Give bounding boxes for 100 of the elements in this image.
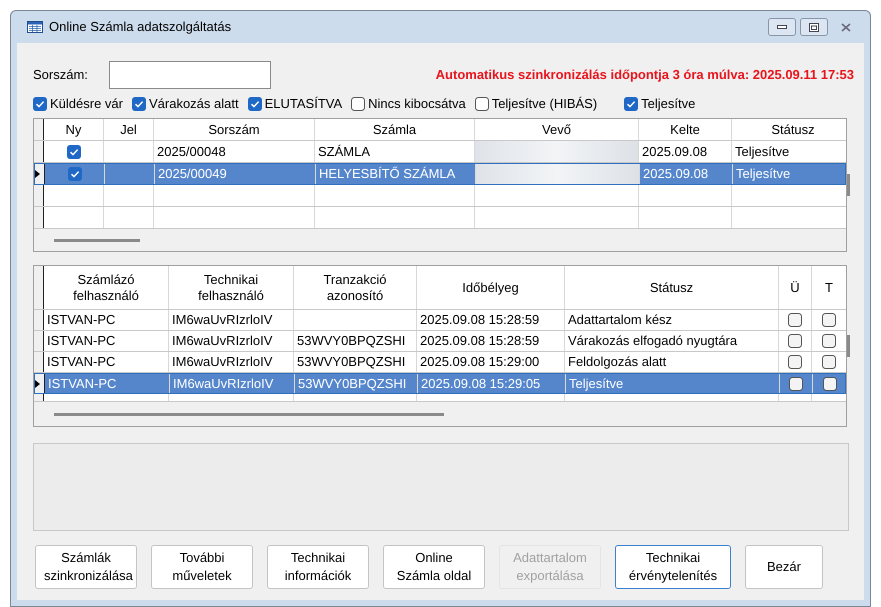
checkbox[interactable] (66, 144, 80, 158)
checkbox[interactable] (474, 97, 489, 111)
row-header[interactable] (35, 164, 45, 184)
table-cell: ISTVAN-PC (44, 310, 169, 330)
vertical-scrollbar[interactable] (847, 335, 850, 357)
checkbox[interactable] (788, 355, 802, 369)
table-cell: Várakozás elfogadó nyugtára (565, 331, 779, 351)
checkbox[interactable] (351, 97, 366, 111)
maximize-icon (809, 22, 819, 32)
checkbox-label: Nincs kibocsátva (368, 95, 466, 114)
action-button[interactable]: Technikai információk (267, 545, 369, 589)
table-cell: IM6waUvRIzrloIV (169, 331, 294, 351)
action-button[interactable]: Technikai érvénytelenítés (615, 545, 731, 589)
checkbox[interactable] (822, 313, 836, 327)
column-header[interactable]: Tranzakció azonosító (294, 266, 417, 309)
filter-checkbox[interactable]: Küldésre vár (33, 94, 123, 114)
table-cell: Teljesítve (566, 374, 780, 393)
action-button[interactable]: Számlák szinkronizálása (35, 545, 137, 589)
column-header[interactable]: Státusz (565, 266, 779, 309)
table-cell: 53WVY0BPQZSHI (294, 331, 417, 351)
checkbox[interactable] (788, 313, 802, 327)
checkbox[interactable] (822, 355, 836, 369)
checkbox[interactable] (822, 334, 836, 348)
app-window-icon (27, 21, 43, 33)
checkbox[interactable] (132, 97, 146, 111)
column-header[interactable]: Sorszám (154, 119, 315, 140)
row-header[interactable] (35, 374, 45, 393)
column-header[interactable]: Státusz (732, 119, 846, 140)
table-cell: ISTVAN-PC (45, 374, 170, 393)
column-header[interactable]: Időbélyeg (417, 266, 565, 309)
action-button[interactable]: Bezár (745, 545, 823, 589)
table-row[interactable]: ISTVAN-PC IM6waUvRIzrloIV 53WVY0BPQZSHI 2025.09.08 15:29:00 Feldolgozás alatt (34, 352, 846, 373)
table-cell: 2025.09.08 15:28:59 (417, 331, 565, 351)
vertical-scrollbar[interactable] (847, 174, 850, 196)
horizontal-scrollbar[interactable] (54, 412, 444, 416)
table-cell: ISTVAN-PC (44, 331, 169, 351)
row-header[interactable] (34, 394, 44, 401)
filter-checkbox[interactable]: Teljesítve (HIBÁS) (474, 94, 598, 114)
table-row[interactable]: ISTVAN-PC IM6waUvRIzrloIV 53WVY0BPQZSHI 2025.09.08 15:28:59 Várakozás elfogadó nyugtára (34, 331, 846, 352)
filter-checkbox[interactable]: Várakozás alatt (132, 94, 239, 114)
column-header[interactable]: Ü (779, 266, 812, 309)
action-button[interactable]: További műveletek (151, 545, 253, 589)
checkbox-label: Teljesítve (HIBÁS) (492, 95, 598, 114)
maximize-button[interactable] (800, 18, 828, 36)
table-row[interactable]: ISTVAN-PC IM6waUvRIzrloIV 2025.09.08 15:28:59 Adattartalom kész (34, 310, 846, 331)
sync-notice: Automatikus szinkronizálás időpontja 3 óra múlva: 2025.09.11 17:53 (436, 66, 854, 84)
row-header[interactable] (34, 207, 44, 228)
table-cell: 2025.09.08 15:29:05 (418, 374, 566, 393)
checkbox[interactable] (823, 376, 837, 390)
column-header[interactable]: Számlázó felhasználó (44, 266, 169, 309)
column-header[interactable]: Kelte (639, 119, 732, 140)
table-cell: 53WVY0BPQZSHI (294, 352, 417, 372)
checkbox[interactable] (33, 97, 47, 111)
table-cell: IM6waUvRIzrloIV (169, 352, 294, 372)
table-row[interactable]: ISTVAN-PC IM6waUvRIzrloIV 53WVY0BPQZSHI 2025.09.08 15:29:05 Teljesítve (34, 373, 846, 394)
row-pointer-icon (35, 170, 40, 178)
checkbox-label: Teljesítve (641, 95, 696, 114)
table-cell: Adattartalom kész (565, 310, 779, 330)
table-row[interactable]: 2025/00049 HELYESBÍTŐ SZÁMLA 2025.09.08 Teljesítve (34, 163, 846, 185)
filter-checkbox[interactable]: Teljesítve (624, 94, 696, 114)
row-header[interactable] (34, 185, 44, 206)
column-header[interactable]: Vevő (475, 119, 639, 140)
table-cell: 2025.09.08 15:29:00 (417, 352, 565, 372)
row-header[interactable] (34, 141, 44, 162)
checkbox[interactable] (248, 97, 262, 111)
table-cell: IM6waUvRIzrloIV (169, 310, 294, 330)
action-button[interactable]: Online Számla oldal (383, 545, 485, 589)
horizontal-scrollbar[interactable] (54, 238, 140, 242)
column-header[interactable]: Ny (44, 119, 104, 140)
table-cell: 2025.09.08 (640, 164, 733, 184)
checkbox[interactable] (624, 97, 638, 111)
filter-checkbox[interactable]: ELUTASÍTVA (248, 94, 342, 114)
row-header[interactable] (34, 331, 44, 351)
input-field[interactable] (109, 61, 271, 89)
table-cell: IM6waUvRIzrloIV (170, 374, 295, 393)
table-cell: Teljesítve (732, 141, 846, 162)
row-pointer-icon (35, 380, 40, 388)
window-title: Online Számla adatszolgáltatás (49, 18, 232, 36)
checkbox[interactable] (68, 167, 82, 181)
checkbox-label: Küldésre vár (50, 95, 123, 114)
column-header[interactable]: Technikai felhasználó (169, 266, 294, 309)
column-header[interactable]: T (812, 266, 846, 309)
table-cell: 53WVY0BPQZSHI (295, 374, 418, 393)
filter-checkbox[interactable]: Nincs kibocsátva (351, 94, 466, 114)
table-cell: Feldolgozás alatt (565, 352, 779, 372)
checkbox[interactable] (789, 376, 803, 390)
checkbox[interactable] (788, 334, 802, 348)
row-header[interactable] (34, 310, 44, 330)
table-cell: ISTVAN-PC (44, 352, 169, 372)
table-row[interactable]: 2025/00048 SZÁMLA 2025.09.08 Teljesítve (34, 141, 846, 163)
row-header[interactable] (34, 352, 44, 372)
column-header[interactable]: Számla (315, 119, 475, 140)
close-icon (841, 22, 851, 32)
column-header[interactable]: Jel (104, 119, 154, 140)
table-cell: 2025/00048 (154, 141, 315, 162)
checkbox-label: ELUTASÍTVA (264, 95, 342, 114)
minimize-icon (777, 25, 787, 29)
checkbox-label: Várakozás alatt (148, 95, 239, 114)
field-label: Sorszám: (33, 66, 89, 84)
minimize-button[interactable] (768, 18, 796, 36)
